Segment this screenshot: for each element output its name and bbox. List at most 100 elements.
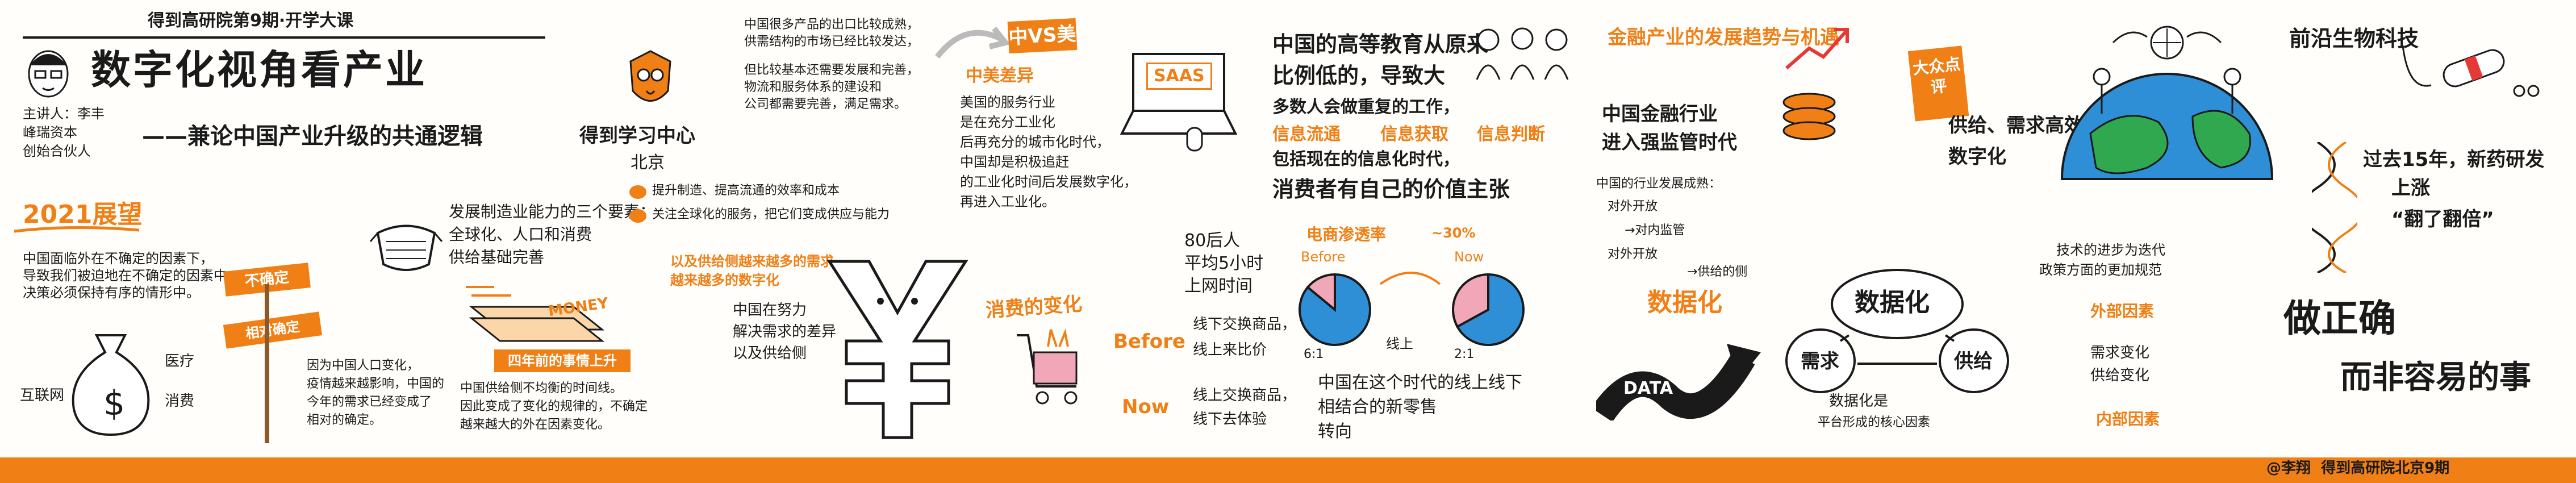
before-label: Before xyxy=(1113,330,1185,353)
sign-certain: 相对确定 xyxy=(223,311,323,349)
digital-top-note-1: 技术的进步为迭代 xyxy=(2056,242,2165,258)
resources-line-1: 发展制造业能力的三个要素： xyxy=(449,202,656,221)
penetration-pie-charts xyxy=(1299,272,1525,346)
now-label: Now xyxy=(1122,395,1170,418)
money-bag-symbol: $ xyxy=(103,384,125,423)
finance-note-4: 对外开放 xyxy=(1608,247,1658,261)
pie-transition-arrow xyxy=(1379,272,1441,285)
china-us-line-3: 后再充分的城市化时代， xyxy=(960,134,1110,150)
finance-line-2: 进入强监管时代 xyxy=(1602,131,1737,154)
conclusion-line-1: 做正确 xyxy=(2283,297,2396,340)
penetration-bottom-3: 转向 xyxy=(1318,422,1352,442)
saas-label: SAAS xyxy=(1146,63,1212,90)
services-intro-1: 中国很多产品的出口比较成熟， xyxy=(744,18,920,32)
four-years-tag: 四年前的事情上升 xyxy=(494,349,631,372)
before-text-1: 线下交换商品， xyxy=(1193,316,1297,333)
trend-up-icon xyxy=(1785,28,1849,70)
digital-bottom-2: 平台形成的核心因素 xyxy=(1818,415,1931,430)
resources-line-2: 全球化、人口和消费 xyxy=(449,225,592,244)
resources-note-4: 相对的确定。 xyxy=(307,413,382,427)
bullet-dot-icon xyxy=(629,209,646,223)
brand-name: 得到学习中心 xyxy=(579,124,695,147)
penetration-bottom-1: 中国在这个时代的线上线下 xyxy=(1318,373,1522,393)
supply-label: 供给 xyxy=(1954,350,1993,373)
global-line-2: 数字化 xyxy=(1948,145,2006,168)
speaker-line-2: 峰瑞资本 xyxy=(23,124,77,140)
pill-and-stethoscope-icon xyxy=(2402,45,2540,97)
signpost-pole xyxy=(265,284,269,443)
resources-bottom-1: 中国供给侧不均衡的时间线。 xyxy=(460,381,623,395)
resources-bottom-2: 因此变成了变化的规律的，不确定 xyxy=(460,399,648,414)
money-bag-icon: $ xyxy=(72,334,150,436)
yuan-figure-icon xyxy=(826,260,968,439)
header-rule xyxy=(23,36,545,39)
speaker-avatar xyxy=(28,50,69,98)
coin-stack-icon xyxy=(1782,93,1836,140)
services-orange-note-1: 以及供给侧越来越多的需求 xyxy=(670,253,834,269)
dna-helix-icon xyxy=(2312,142,2357,273)
resources-bottom-3: 越来越大的外在因素变化。 xyxy=(460,418,611,432)
finance-note-5: →供给的侧 xyxy=(1687,265,1748,279)
demand-label: 需求 xyxy=(1801,350,1839,373)
services-tail-3: 以及供给侧 xyxy=(733,345,807,362)
globe-icon xyxy=(2060,26,2274,180)
face-mask-icon xyxy=(369,224,443,271)
education-line-3: 多数人会做重复的工作， xyxy=(1272,97,1460,117)
services-intro-2: 供需结构的市场已经比较发达， xyxy=(744,35,920,49)
time-line-2: 平均5小时 xyxy=(1184,253,1264,273)
page-subtitle: ——兼论中国产业升级的共通逻辑 xyxy=(142,123,483,149)
china-vs-us-tag: 中VS美 xyxy=(1007,18,1078,54)
services-tail-1: 中国在努力 xyxy=(733,302,807,319)
now-text-1: 线上交换商品， xyxy=(1193,387,1297,404)
services-intro-3: 但比较基本还需要发展和完善， xyxy=(744,63,920,77)
now-text-2: 线下去体验 xyxy=(1193,411,1267,428)
brand-logo-icon xyxy=(629,50,671,102)
biotech-line-3: “翻了翻倍” xyxy=(2391,208,2494,231)
finance-line-1: 中国金融行业 xyxy=(1602,103,1718,126)
dianping-tag: 大众点评 xyxy=(1907,45,1969,122)
biotech-line-2: 上涨 xyxy=(2391,177,2430,199)
penetration-heading: 电商渗透率 xyxy=(1306,225,1387,244)
time-line-1: 80后人 xyxy=(1184,231,1241,251)
digital-bottom-1: 数据化是 xyxy=(1829,393,1889,410)
consumption-heading: 消费的变化 xyxy=(984,293,1083,322)
china-us-heading: 中美差异 xyxy=(966,66,1034,86)
china-us-line-1: 美国的服务行业 xyxy=(960,94,1055,110)
digital-label: 数据化 xyxy=(1647,288,1722,317)
china-us-line-5: 的工业化时间后发展数字化， xyxy=(960,174,1137,190)
sketchnote-canvas: 得到高研院第9期·开学大课 数字化视角看产业 ——兼论中国产业升级的共通逻辑 得… xyxy=(0,0,2576,483)
ratio-before: 6:1 xyxy=(1304,347,1324,361)
pie-online-label: 线上 xyxy=(1386,336,1413,352)
finance-note-2: 对外开放 xyxy=(1608,199,1658,214)
inner-factors-label: 内部因素 xyxy=(2096,410,2160,428)
time-line-3: 上网时间 xyxy=(1184,276,1252,296)
speaker-line-3: 创始合伙人 xyxy=(23,143,91,159)
digital-top-note-2: 政策方面的更加规范 xyxy=(2039,262,2162,278)
outer-item-2: 供给变化 xyxy=(2090,367,2150,384)
course-label: 得到高研院第9期·开学大课 xyxy=(148,11,354,31)
education-highlight-2: 信息获取 xyxy=(1380,124,1448,144)
services-intro-5: 公司都需要完善，满足需求。 xyxy=(744,97,907,111)
china-us-line-6: 再进入工业化。 xyxy=(960,194,1055,210)
data-label: DATA xyxy=(1623,378,1673,398)
services-bullet-1: 提升制造、提高流通的效率和成本 xyxy=(652,184,840,198)
people-group-icon xyxy=(1476,27,1569,80)
label-internet: 互联网 xyxy=(20,387,65,404)
finance-note-3: →对内监管 xyxy=(1625,223,1685,238)
shopping-cart-icon xyxy=(1017,328,1078,405)
services-intro-4: 物流和服务体系的建设和 xyxy=(744,80,882,94)
speaker-line-1: 主讲人：李丰 xyxy=(23,106,105,122)
label-consumer: 消费 xyxy=(165,393,195,410)
education-highlight-3: 信息判断 xyxy=(1477,124,1545,144)
before-text-2: 线上来比价 xyxy=(1193,342,1267,359)
footer-bar xyxy=(0,457,2576,483)
finance-note-1: 中国的行业发展成熟： xyxy=(1596,177,1722,191)
education-line-5: 消费者有自己的价值主张 xyxy=(1272,177,1510,202)
outer-factors-label: 外部因素 xyxy=(2090,302,2155,320)
services-orange-note-2: 越来越多的数字化 xyxy=(670,272,779,288)
ratio-now: 2:1 xyxy=(1454,347,1475,361)
outer-item-1: 需求变化 xyxy=(2090,344,2150,361)
china-us-line-4: 中国却是积极追赶 xyxy=(960,154,1069,170)
data-wave-icon xyxy=(1596,344,1761,420)
resources-note-3: 今年的需求已经变成了 xyxy=(307,395,432,409)
